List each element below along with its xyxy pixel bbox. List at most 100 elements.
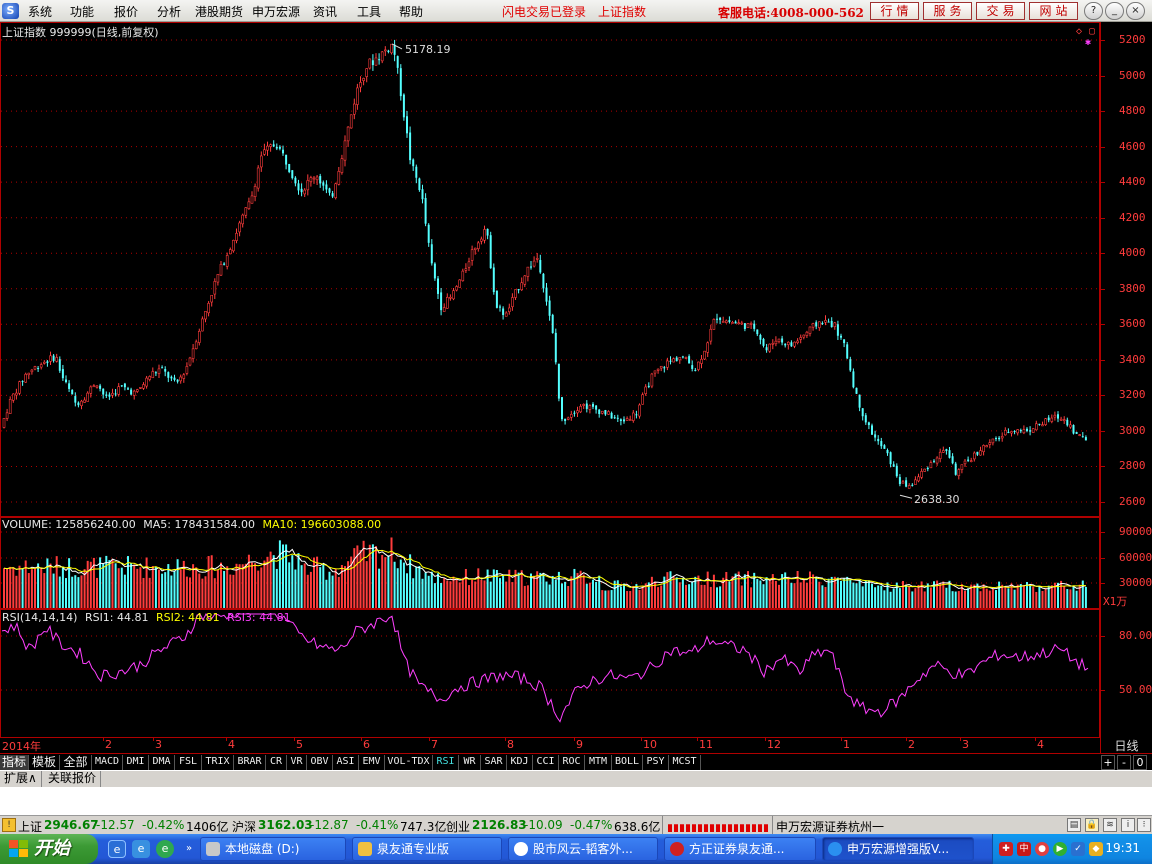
chart-canvas[interactable]: 5178.19 2638.30 — [0, 22, 1100, 738]
quote-button[interactable]: 行情 — [870, 2, 919, 20]
candle-body — [21, 381, 24, 383]
volume-bar — [127, 556, 129, 608]
tab-mtm[interactable]: MTM — [585, 755, 612, 770]
tab-roc[interactable]: ROC — [559, 755, 585, 770]
task-stock-forum[interactable]: 股市风云-韬客外... — [508, 837, 658, 861]
lock-icon[interactable]: 🔒 — [1085, 818, 1099, 832]
task-swhy-enhanced[interactable]: 申万宏源增强版V... — [822, 837, 974, 861]
reset-button[interactable]: 0 — [1133, 755, 1147, 770]
menu-hk-futures[interactable]: 港股期货 — [195, 3, 243, 20]
tab-all[interactable]: 全部 — [60, 755, 92, 770]
menu-system[interactable]: 系统 — [28, 3, 52, 20]
alert-icon[interactable]: ! — [2, 818, 16, 832]
candle-body — [972, 452, 976, 460]
candle-body — [337, 171, 341, 185]
tab-fsl[interactable]: FSL — [175, 755, 202, 770]
volume-bar — [461, 577, 464, 608]
candle-body — [1038, 423, 1041, 425]
tab-vol-tdx[interactable]: VOL-TDX — [385, 755, 433, 770]
ie-alt-icon[interactable]: e — [132, 840, 150, 858]
tab-vr[interactable]: VR — [287, 755, 307, 770]
zoom-out-button[interactable]: - — [1117, 755, 1131, 770]
minimize-icon[interactable]: _ — [1105, 2, 1124, 20]
tab-mcst[interactable]: MCST — [669, 755, 701, 770]
task-founder-securities[interactable]: 方正证券泉友通... — [664, 837, 816, 861]
period-selector[interactable]: 日线 — [1100, 737, 1152, 753]
tray-shield-icon[interactable]: ✓ — [1071, 842, 1085, 856]
tab-boll[interactable]: BOLL — [612, 755, 643, 770]
tab-related-quote[interactable]: 关联报价 — [44, 771, 102, 787]
volume-bar — [449, 581, 452, 608]
candle-body — [998, 437, 1001, 440]
task-local-disk[interactable]: 本地磁盘 (D:) — [200, 837, 346, 861]
trade-button[interactable]: 交易 — [976, 2, 1025, 20]
candle-body — [216, 274, 220, 283]
tab-template[interactable]: 模板 — [29, 755, 60, 770]
tab-rsi[interactable]: RSI — [433, 755, 459, 770]
task-quanyoutong-pro[interactable]: 泉友通专业版 — [352, 837, 502, 861]
tab-brar[interactable]: BRAR — [234, 755, 266, 770]
volume-bar — [902, 580, 904, 608]
wireless-icon[interactable]: ≋ — [1103, 818, 1117, 832]
tab-dma[interactable]: DMA — [149, 755, 175, 770]
tray-security-icon[interactable]: ◆ — [1089, 842, 1103, 856]
volume-bar — [123, 574, 126, 608]
menu-swhy[interactable]: 申万宏源 — [252, 3, 300, 20]
square-icon[interactable]: ▢ — [1089, 26, 1095, 37]
menu-analysis[interactable]: 分析 — [157, 3, 181, 20]
tab-cci[interactable]: CCI — [533, 755, 559, 770]
tray-antivirus-icon[interactable]: ● — [1035, 842, 1049, 856]
ie-icon[interactable]: e — [108, 840, 126, 858]
tab-obv[interactable]: OBV — [307, 755, 333, 770]
zoom-in-button[interactable]: + — [1101, 755, 1115, 770]
browser-icon[interactable]: e — [156, 840, 174, 858]
info-icon[interactable]: i — [1121, 818, 1135, 832]
menu-help[interactable]: 帮助 — [399, 3, 423, 20]
candle-body — [746, 323, 750, 328]
tab-cr[interactable]: CR — [266, 755, 287, 770]
start-button[interactable]: 开始 — [0, 834, 98, 864]
service-button[interactable]: 服务 — [923, 2, 972, 20]
volume-bar — [1016, 584, 1019, 608]
tab-trix[interactable]: TRIX — [202, 755, 234, 770]
candle-body — [365, 68, 369, 77]
candle-body — [644, 386, 648, 394]
notepad-icon[interactable]: ▤ — [1067, 818, 1081, 832]
menu-function[interactable]: 功能 — [70, 3, 94, 20]
tab-indicator[interactable]: 指标 — [0, 755, 29, 770]
menu-quote[interactable]: 报价 — [114, 3, 138, 20]
menu-news[interactable]: 资讯 — [313, 3, 337, 20]
candle-body — [1050, 417, 1054, 422]
tab-extend[interactable]: 扩展∧ — [0, 771, 42, 787]
tab-emv[interactable]: EMV — [359, 755, 385, 770]
volume-bar — [316, 556, 319, 608]
volume-bar — [34, 568, 36, 608]
tab-macd[interactable]: MACD — [92, 755, 123, 770]
diamond-icon[interactable]: ◇ — [1076, 26, 1082, 37]
volume-bar — [105, 555, 108, 608]
close-window-icon[interactable]: × — [1126, 2, 1145, 20]
volume-bar — [300, 565, 303, 608]
tab-psy[interactable]: PSY — [643, 755, 669, 770]
volume-bar — [344, 566, 346, 608]
tray-app-icon[interactable]: 中 — [1017, 842, 1031, 856]
candle-body — [157, 368, 161, 374]
tab-sar[interactable]: SAR — [481, 755, 507, 770]
menu-tools[interactable]: 工具 — [357, 3, 381, 20]
volume-bar — [712, 574, 715, 608]
tab-dmi[interactable]: DMI — [123, 755, 149, 770]
website-button[interactable]: 网站 — [1029, 2, 1078, 20]
quicklaunch-more-icon[interactable]: » — [180, 840, 198, 858]
tray-red-icon[interactable]: ✚ — [999, 842, 1013, 856]
candle-body — [1031, 428, 1035, 433]
tab-asi[interactable]: ASI — [333, 755, 359, 770]
tab-kdj[interactable]: KDJ — [507, 755, 533, 770]
market-breadth-bar[interactable] — [668, 824, 768, 832]
candle-body — [467, 261, 471, 268]
settings-icon[interactable]: ⁝ — [1137, 818, 1151, 832]
tab-wr[interactable]: WR — [459, 755, 481, 770]
clock[interactable]: 19:31 — [1105, 841, 1140, 855]
help-window-icon[interactable]: ? — [1084, 2, 1103, 20]
login-status[interactable]: 闪电交易已登录 — [502, 3, 586, 20]
tray-green-icon[interactable]: ▶ — [1053, 842, 1067, 856]
